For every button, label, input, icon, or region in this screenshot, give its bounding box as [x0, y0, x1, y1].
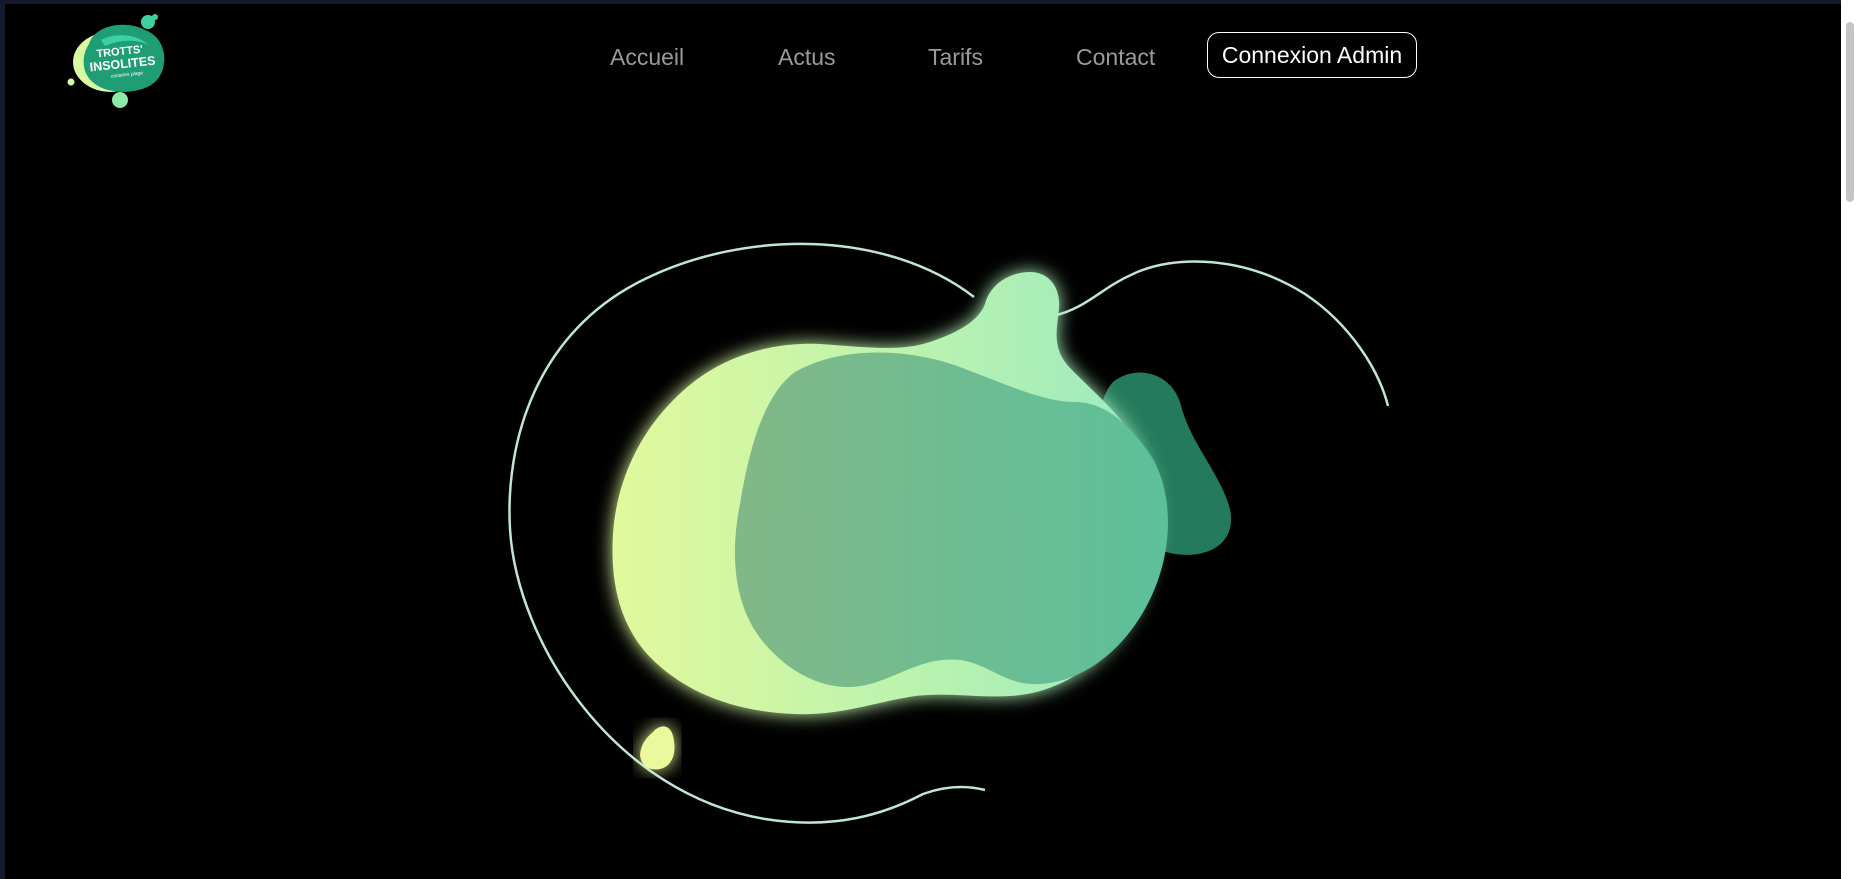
scrollbar-thumb[interactable] — [1846, 22, 1854, 202]
page-scrollbar[interactable] — [1841, 0, 1864, 879]
page-viewport: TROTTS' INSOLITES canaries plage Accueil… — [5, 4, 1841, 879]
hero-blob-illustration — [508, 242, 1390, 824]
blob-small — [640, 726, 675, 770]
orbit-ring-right — [1052, 260, 1390, 407]
